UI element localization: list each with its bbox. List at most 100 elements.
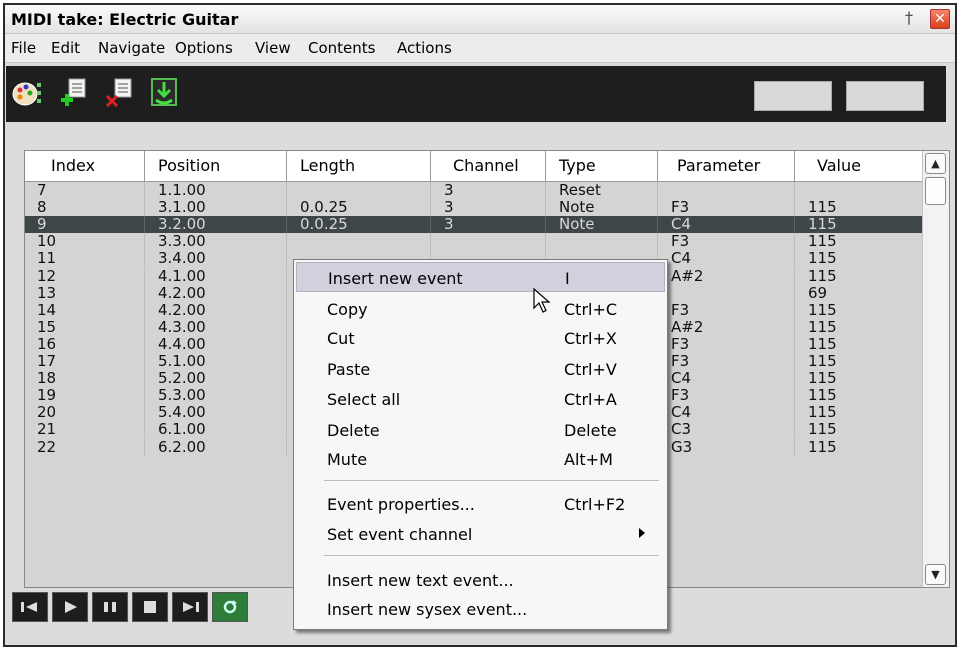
menu-item-select-all[interactable]: Select all Ctrl+A: [296, 384, 665, 414]
menu-item-insert-new-sysex-event[interactable]: Insert new sysex event...: [296, 594, 665, 624]
menu-file[interactable]: File: [11, 39, 36, 57]
column-header-position[interactable]: Position: [145, 151, 287, 181]
cell-position: 6.2.00: [145, 438, 287, 456]
cell-value: 115: [795, 387, 923, 405]
title-bar[interactable]: MIDI take: Electric Guitar † ✕: [5, 5, 955, 34]
toolbar-field-1[interactable]: [754, 81, 832, 111]
cell-position: 5.2.00: [145, 370, 287, 388]
cell-length: 0.0.25: [287, 199, 431, 217]
menu-item-set-event-channel[interactable]: Set event channel: [296, 519, 665, 549]
column-header-channel[interactable]: Channel: [431, 151, 546, 181]
menu-item-mute[interactable]: Mute Alt+M: [296, 444, 665, 474]
cell-position: 3.2.00: [145, 216, 287, 234]
cell-parameter: F3: [658, 335, 795, 353]
cell-position: 1.1.00: [145, 182, 287, 199]
scroll-down-icon[interactable]: ▼: [925, 564, 946, 585]
cell-length: [287, 182, 431, 199]
column-header-type[interactable]: Type: [546, 151, 658, 181]
menu-navigate[interactable]: Navigate: [98, 39, 165, 57]
cell-value: 115: [795, 370, 923, 388]
menu-view[interactable]: View: [255, 39, 291, 57]
cell-position: 4.2.00: [145, 284, 287, 302]
cell-position: 4.1.00: [145, 267, 287, 285]
menu-edit[interactable]: Edit: [51, 39, 80, 57]
cell-parameter: F3: [658, 387, 795, 405]
menu-item-label: Mute: [327, 450, 368, 469]
cell-type: [546, 233, 658, 251]
cell-value: [795, 182, 923, 199]
cell-index: 8: [25, 199, 145, 217]
cell-position: 6.1.00: [145, 421, 287, 439]
cell-index: 9: [25, 216, 145, 234]
cell-position: 4.3.00: [145, 318, 287, 336]
scroll-up-icon[interactable]: ▲: [925, 153, 946, 174]
cell-index: 14: [25, 301, 145, 319]
column-header-index[interactable]: Index: [25, 151, 145, 181]
cell-value: 69: [795, 284, 923, 302]
cell-value: 115: [795, 318, 923, 336]
delete-event-icon[interactable]: [102, 73, 140, 113]
go-to-start-icon[interactable]: [12, 592, 48, 622]
cell-index: 7: [25, 182, 145, 199]
menu-item-insert-new-text-event[interactable]: Insert new text event...: [296, 565, 665, 595]
cell-value: 115: [795, 438, 923, 456]
menu-item-cut[interactable]: Cut Ctrl+X: [296, 323, 665, 353]
insert-event-icon[interactable]: [56, 73, 94, 113]
pause-icon[interactable]: [92, 592, 128, 622]
cell-position: 4.4.00: [145, 335, 287, 353]
cell-value: 115: [795, 421, 923, 439]
piano-roll-icon[interactable]: [10, 73, 48, 113]
table-row[interactable]: 9 3.2.00 0.0.25 3 Note C4 115: [25, 216, 923, 234]
column-header-parameter[interactable]: Parameter: [658, 151, 795, 181]
menu-bar: File Edit Navigate Options View Contents…: [5, 34, 955, 63]
toolbar-field-2[interactable]: [846, 81, 924, 111]
column-header-value[interactable]: Value: [795, 151, 923, 181]
table-row[interactable]: 7 1.1.00 3 Reset: [25, 182, 923, 199]
menu-item-label: Copy: [327, 300, 368, 319]
menu-contents[interactable]: Contents: [308, 39, 375, 57]
menu-item-label: Paste: [327, 360, 371, 379]
menu-item-event-properties[interactable]: Event properties... Ctrl+F2: [296, 489, 665, 519]
menu-item-label: Cut: [327, 329, 355, 348]
cell-value: 115: [795, 199, 923, 217]
play-icon[interactable]: [52, 592, 88, 622]
table-row[interactable]: 10 3.3.00 F3 115: [25, 233, 923, 251]
column-header-length[interactable]: Length: [287, 151, 431, 181]
repeat-icon[interactable]: [212, 592, 248, 622]
cell-position: 3.4.00: [145, 250, 287, 268]
cell-parameter: C4: [658, 250, 795, 268]
cell-parameter: [658, 284, 795, 302]
close-button[interactable]: ✕: [930, 9, 950, 29]
cell-index: 15: [25, 318, 145, 336]
cell-index: 17: [25, 353, 145, 370]
menu-item-paste[interactable]: Paste Ctrl+V: [296, 354, 665, 384]
menu-item-shortcut: Ctrl+X: [564, 329, 617, 348]
import-event-icon[interactable]: [146, 73, 184, 113]
cell-parameter: G3: [658, 438, 795, 456]
cell-index: 11: [25, 250, 145, 268]
cell-index: 19: [25, 387, 145, 405]
table-header: Index Position Length Channel Type Param…: [25, 151, 923, 182]
cell-position: 5.3.00: [145, 387, 287, 405]
cell-parameter: F3: [658, 199, 795, 217]
menu-item-shortcut: Ctrl+V: [564, 360, 617, 379]
menu-actions[interactable]: Actions: [397, 39, 452, 57]
cell-channel: 3: [431, 216, 546, 234]
cell-parameter: F3: [658, 233, 795, 251]
go-to-end-icon[interactable]: [172, 592, 208, 622]
table-row[interactable]: 8 3.1.00 0.0.25 3 Note F3 115: [25, 199, 923, 217]
scrollbar-thumb[interactable]: [925, 177, 946, 205]
menu-item-insert-new-event[interactable]: Insert new event I: [296, 262, 665, 292]
cell-channel: 3: [431, 182, 546, 199]
cell-length: 0.0.25: [287, 216, 431, 234]
pin-icon[interactable]: †: [899, 8, 919, 28]
submenu-arrow-icon: [639, 528, 645, 538]
menu-options[interactable]: Options: [175, 39, 233, 57]
cell-position: 5.4.00: [145, 404, 287, 422]
menu-item-delete[interactable]: Delete Delete: [296, 415, 665, 445]
vertical-scrollbar[interactable]: ▲ ▼: [922, 151, 949, 587]
stop-icon[interactable]: [132, 592, 168, 622]
cell-position: 5.1.00: [145, 353, 287, 370]
menu-item-copy[interactable]: Copy Ctrl+C: [296, 294, 665, 324]
cell-index: 16: [25, 335, 145, 353]
